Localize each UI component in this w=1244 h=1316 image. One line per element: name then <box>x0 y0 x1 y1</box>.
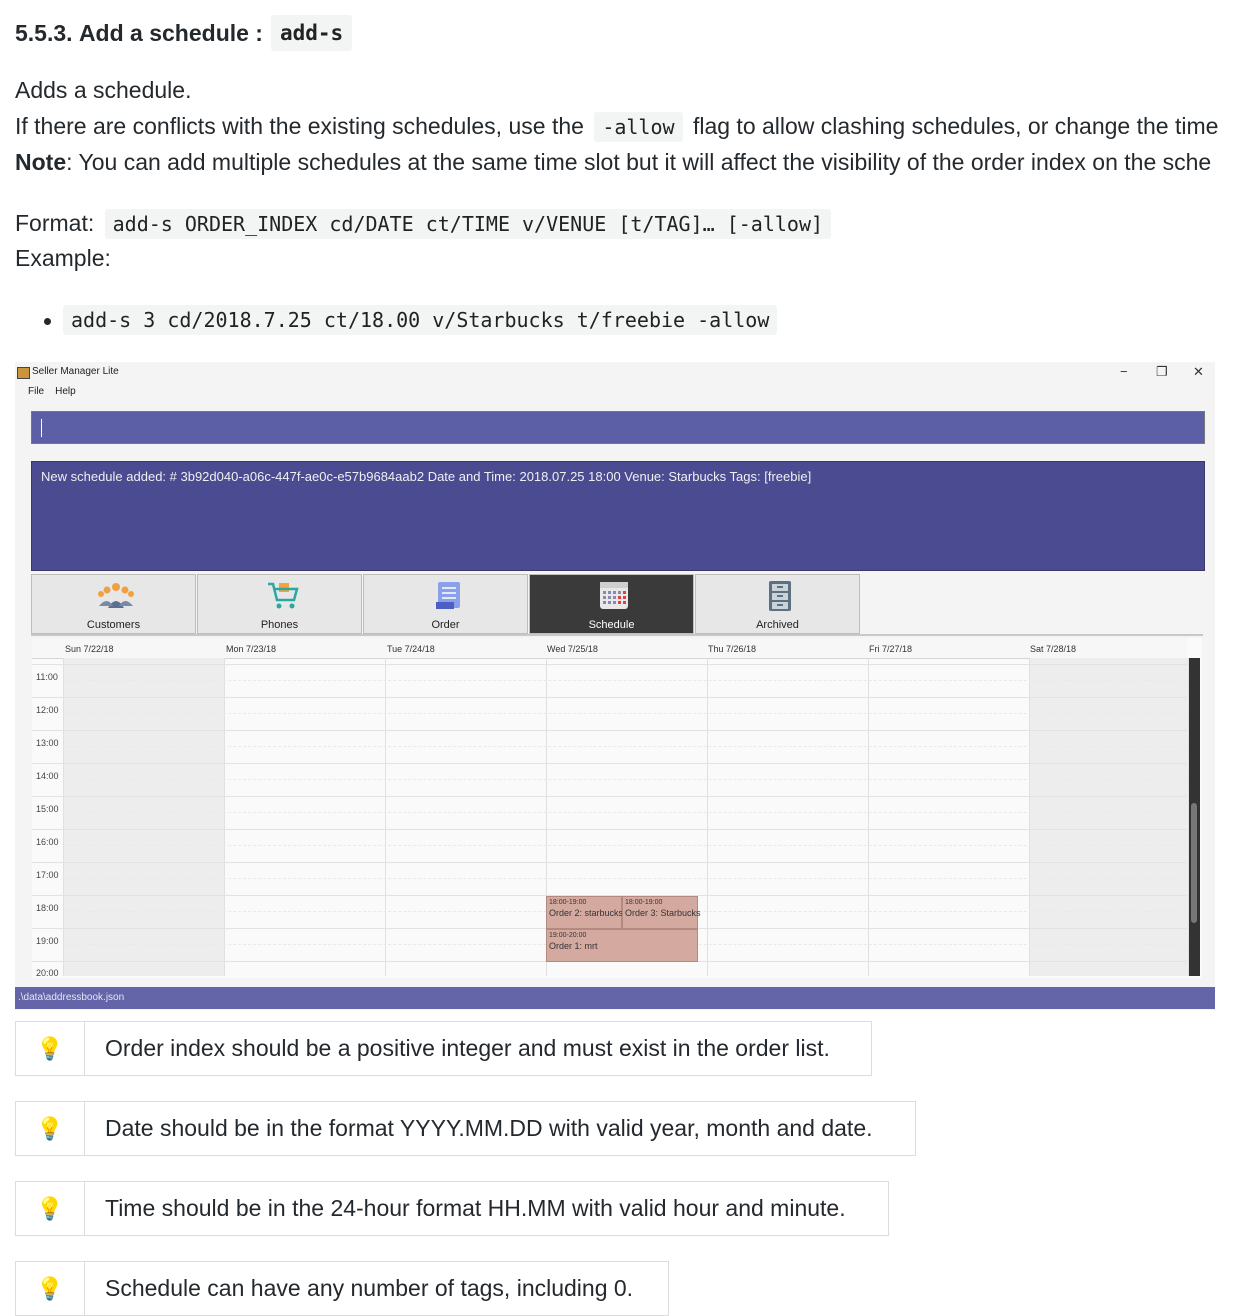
day-header: Tue 7/24/18 <box>387 644 435 654</box>
cart-icon <box>268 582 299 609</box>
window-titlebar: Seller Manager Lite − ❐ ✕ <box>15 362 1215 384</box>
calendar-icon <box>600 582 628 609</box>
lightbulb-icon: 💡 <box>16 1102 85 1155</box>
tip-text: Date should be in the format YYYY.MM.DD … <box>105 1115 873 1141</box>
menu-help[interactable]: Help <box>55 386 76 397</box>
tab-bar: Customers Phones Order Schedule Archived <box>31 574 1203 636</box>
menu-bar: File Help <box>28 386 87 397</box>
app-logo-icon <box>17 367 30 379</box>
appointment-entry[interactable]: 19:00-20:00 Order 1: mrt <box>546 929 698 962</box>
calendar-scrollbar[interactable] <box>1189 658 1200 976</box>
note-text: Note: You can add multiple schedules at … <box>15 149 1212 175</box>
hour-gridline <box>32 730 1187 731</box>
hour-label: 15:00 <box>36 804 59 814</box>
lightbulb-icon: 💡 <box>16 1182 85 1235</box>
app-screenshot: Seller Manager Lite − ❐ ✕ File Help New s… <box>15 362 1215 1010</box>
tab-customers[interactable]: Customers <box>31 574 196 634</box>
command-code: add-s <box>270 15 353 51</box>
tab-phones[interactable]: Phones <box>197 574 362 634</box>
scrollbar-thumb[interactable] <box>1191 803 1197 923</box>
restore-icon[interactable]: ❐ <box>1156 364 1168 380</box>
hour-label: 19:00 <box>36 936 59 946</box>
section-heading: 5.5.3. Add a schedule : add-s <box>15 14 353 52</box>
command-input[interactable] <box>31 411 1205 444</box>
day-header: Thu 7/26/18 <box>708 644 757 654</box>
format-code: add-s ORDER_INDEX cd/DATE ct/TIME v/VENU… <box>104 209 832 239</box>
hour-gridline <box>32 829 1187 830</box>
tab-phones-label: Phones <box>260 619 299 631</box>
appointment-entry[interactable]: 18:00-19:00 Order 2: starbucks <box>546 896 623 929</box>
status-file-path: .\data\addressbook.json <box>18 992 125 1003</box>
tip-box: 💡 Order index should be a positive integ… <box>15 1021 872 1076</box>
bullet-icon <box>44 318 51 325</box>
lightbulb-icon: 💡 <box>16 1262 85 1315</box>
order-list-icon <box>436 582 460 609</box>
half-hour-gridline <box>63 878 1187 879</box>
minimize-icon[interactable]: − <box>1120 364 1128 379</box>
section-title: Add a schedule : <box>78 19 263 46</box>
tab-archived[interactable]: Archived <box>695 574 860 634</box>
hour-label: 17:00 <box>36 870 59 880</box>
example-label: Example: <box>15 245 111 271</box>
customers-icon <box>98 583 134 608</box>
hour-gridline <box>32 763 1187 764</box>
tab-schedule-label: Schedule <box>588 619 635 631</box>
half-hour-gridline <box>63 845 1187 846</box>
week-calendar: Sun 7/22/18 Mon 7/23/18 Tue 7/24/18 Wed … <box>32 638 1202 978</box>
menu-file[interactable]: File <box>28 386 44 397</box>
hour-label: 16:00 <box>36 837 59 847</box>
allow-flag-code: -allow <box>594 112 683 142</box>
tip-text: Time should be in the 24-hour format HH.… <box>105 1195 846 1221</box>
hour-gridline <box>32 862 1187 863</box>
tip-box: 💡 Time should be in the 24-hour format H… <box>15 1181 889 1236</box>
window-title: Seller Manager Lite <box>32 366 119 377</box>
day-header: Fri 7/27/18 <box>869 644 913 654</box>
tab-customers-label: Customers <box>86 619 141 631</box>
tab-order-label: Order <box>431 619 460 631</box>
text-caret <box>41 419 42 437</box>
hour-gridline <box>32 796 1187 797</box>
format-label: Format: <box>15 210 95 236</box>
intro-text: Adds a schedule. <box>15 77 192 103</box>
half-hour-gridline <box>63 812 1187 813</box>
hour-label: 18:00 <box>36 903 59 913</box>
hour-label: 13:00 <box>36 738 59 748</box>
day-header: Mon 7/23/18 <box>226 644 277 654</box>
hour-label: 20:00 <box>36 968 59 978</box>
filing-cabinet-icon <box>769 581 791 611</box>
close-icon[interactable]: ✕ <box>1193 364 1204 380</box>
tip-text: Order index should be a positive integer… <box>105 1035 830 1061</box>
tab-order[interactable]: Order <box>363 574 528 634</box>
result-display: New schedule added: # 3b92d040-a06c-447f… <box>31 461 1205 571</box>
appointment-entry[interactable]: 18:00-19:00 Order 3: Starbucks <box>622 896 701 929</box>
tip-text: Schedule can have any number of tags, in… <box>105 1275 634 1301</box>
status-bar: .\data\addressbook.json <box>15 987 1215 1009</box>
tip-box: 💡 Schedule can have any number of tags, … <box>15 1261 669 1316</box>
result-text: New schedule added: # 3b92d040-a06c-447f… <box>41 469 812 484</box>
hour-gridline <box>32 664 1187 665</box>
half-hour-gridline <box>63 713 1187 714</box>
half-hour-gridline <box>63 746 1187 747</box>
hour-label: 12:00 <box>36 705 59 715</box>
tab-archived-label: Archived <box>756 619 799 631</box>
hour-label: 11:00 <box>36 672 58 682</box>
tab-schedule[interactable]: Schedule <box>529 574 694 634</box>
section-number: 5.5.3. <box>15 19 73 46</box>
calendar-day-header: Sun 7/22/18 Mon 7/23/18 Tue 7/24/18 Wed … <box>32 638 1187 659</box>
hour-label: 14:00 <box>36 771 59 781</box>
lightbulb-icon: 💡 <box>16 1022 85 1075</box>
conflict-text: If there are conflicts with the existing… <box>15 112 1218 142</box>
half-hour-gridline <box>63 680 1187 681</box>
format-line: Format: add-s ORDER_INDEX cd/DATE ct/TIM… <box>15 209 835 239</box>
day-header: Sat 7/28/18 <box>1030 644 1077 654</box>
half-hour-gridline <box>63 779 1187 780</box>
hour-gridline <box>32 697 1187 698</box>
tip-box: 💡 Date should be in the format YYYY.MM.D… <box>15 1101 916 1156</box>
day-header: Wed 7/25/18 <box>547 644 598 654</box>
example-code: add-s 3 cd/2018.7.25 ct/18.00 v/Starbuck… <box>63 305 778 335</box>
day-header: Sun 7/22/18 <box>65 644 114 654</box>
note-label: Note <box>15 149 67 175</box>
